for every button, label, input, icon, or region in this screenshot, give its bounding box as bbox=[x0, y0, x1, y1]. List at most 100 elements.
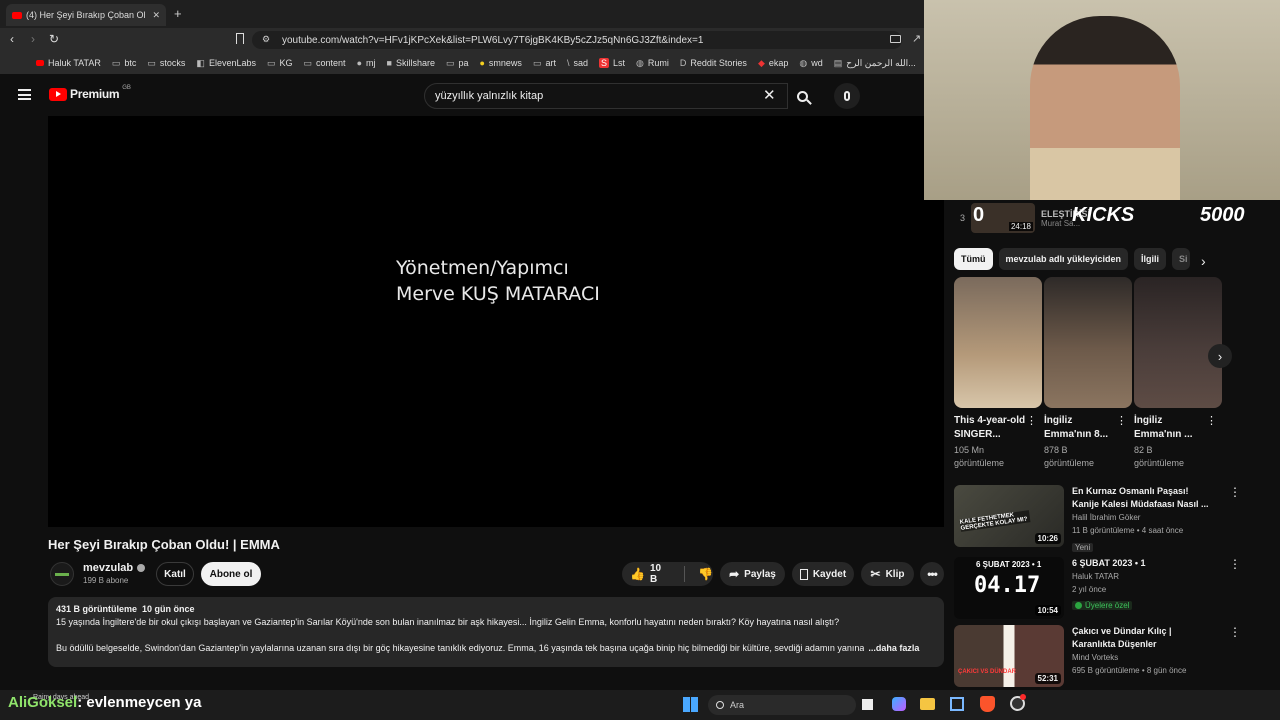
short-item[interactable]: İngiliz Emma'nın 8... ⋮ 878 B görüntüleme bbox=[1044, 277, 1132, 470]
taskbar-search[interactable]: Ara bbox=[708, 695, 856, 715]
close-tab-icon[interactable]: ✕ bbox=[152, 10, 160, 21]
short-title: This 4-year-old SINGER... bbox=[954, 415, 1026, 440]
kicks-overlay-label: KICKS bbox=[1072, 204, 1135, 226]
more-vertical-icon[interactable]: ⋮ bbox=[1229, 485, 1241, 547]
save-icon bbox=[799, 568, 808, 580]
d-logo-icon: D bbox=[679, 58, 687, 68]
more-actions-button[interactable]: ••• bbox=[920, 562, 944, 586]
thumb-clock: 04.17 bbox=[974, 573, 1041, 598]
short-views: 878 B görüntüleme bbox=[1044, 445, 1095, 468]
video-title: Her Şeyi Bırakıp Çoban Oldu! | EMMA bbox=[48, 537, 280, 552]
bookmark-label: content bbox=[316, 58, 346, 68]
more-vertical-icon[interactable]: ⋮ bbox=[1229, 625, 1241, 687]
credit-role: Yönetmen/Yapımcı bbox=[396, 257, 569, 279]
bookmark-mj[interactable]: ● mj bbox=[357, 58, 376, 68]
site-info-icon[interactable]: ⚙ bbox=[262, 34, 270, 45]
more-vertical-icon[interactable]: ⋮ bbox=[1116, 414, 1127, 442]
bookmark-stocks[interactable]: ▭ stocks bbox=[147, 58, 185, 69]
more-vertical-icon[interactable]: ⋮ bbox=[1229, 557, 1241, 619]
bookmark-page-icon[interactable] bbox=[236, 33, 244, 44]
browser-tab[interactable]: (4) Her Şeyi Bırakıp Çoban Ol ✕ bbox=[6, 4, 166, 26]
chip-related[interactable]: İlgili bbox=[1134, 248, 1167, 270]
bookmark-haluk[interactable]: Haluk TATAR bbox=[36, 58, 101, 68]
back-icon[interactable]: ‹ bbox=[10, 32, 14, 46]
windows-start-icon[interactable] bbox=[683, 697, 698, 712]
subscribe-button[interactable]: Abone ol bbox=[201, 562, 261, 586]
video-player[interactable] bbox=[48, 116, 944, 527]
microphone-icon bbox=[844, 91, 850, 101]
slash-icon: \ bbox=[566, 58, 570, 68]
bookmark-label: ElevenLabs bbox=[208, 58, 256, 68]
chips-next-icon[interactable]: › bbox=[1201, 253, 1206, 269]
show-more-link[interactable]: ...daha fazla bbox=[868, 642, 919, 655]
bookmark-wd[interactable]: ◍ wd bbox=[799, 58, 822, 69]
brave-browser-icon[interactable] bbox=[980, 696, 995, 712]
snipping-tool-icon[interactable] bbox=[950, 697, 964, 711]
search-input[interactable]: yüzyıllık yalnızlık kitap bbox=[424, 83, 788, 109]
chip-all[interactable]: Tümü bbox=[954, 248, 993, 270]
share-page-icon[interactable]: ↗ bbox=[912, 32, 921, 45]
search-button[interactable] bbox=[788, 83, 816, 109]
youtube-logo[interactable]: Premium GB bbox=[49, 85, 131, 101]
more-vertical-icon[interactable]: ⋮ bbox=[1026, 414, 1037, 442]
taskview-icon[interactable] bbox=[862, 699, 873, 710]
reload-icon[interactable]: ↻ bbox=[49, 32, 59, 46]
stream-chat-overlay: AliGoksel: evlenmeycen ya bbox=[8, 694, 201, 711]
bookmark-sad[interactable]: \ sad bbox=[567, 58, 588, 68]
menu-icon[interactable] bbox=[18, 89, 31, 100]
recommended-video[interactable]: 6 ŞUBAT 2023 • 1 04.17 10:54 6 ŞUBAT 202… bbox=[954, 557, 1274, 619]
bookmark-pa[interactable]: ▭ pa bbox=[446, 58, 469, 69]
bookmark-lst[interactable]: S Lst bbox=[599, 58, 625, 68]
bookmark-reddit[interactable]: D Reddit Stories bbox=[680, 58, 747, 68]
chip-partial[interactable]: Si bbox=[1172, 248, 1191, 270]
bookmark-skillshare[interactable]: ■ Skillshare bbox=[387, 58, 435, 68]
channel-name[interactable]: mevzulab bbox=[83, 562, 133, 574]
dislike-button[interactable]: 👍 bbox=[698, 567, 713, 581]
s-logo-icon: S bbox=[599, 58, 610, 68]
recommended-video[interactable]: ÇAKICI VS DÜNDAR 52:31 Çakıcı ve Dündar … bbox=[954, 625, 1274, 687]
bookmark-elevenlabs[interactable]: ◧ ElevenLabs bbox=[196, 58, 256, 69]
recommended-video[interactable]: KALE FETHETMEK GERÇEKTE KOLAY MI? 10:26 … bbox=[954, 485, 1274, 552]
clear-search-icon[interactable]: ✕ bbox=[763, 86, 776, 104]
bookmark-content[interactable]: ▭ content bbox=[304, 58, 346, 69]
url-bar[interactable]: youtube.com/watch?v=HFv1jKPcXek&list=PLW… bbox=[252, 31, 902, 49]
share-button[interactable]: ➦ Paylaş bbox=[720, 562, 785, 586]
copilot-icon[interactable] bbox=[892, 697, 906, 711]
cast-icon[interactable] bbox=[890, 35, 901, 43]
shorts-next-button[interactable]: › bbox=[1208, 344, 1232, 368]
forward-icon[interactable]: › bbox=[31, 32, 35, 46]
video-title: 6 ŞUBAT 2023 • 1 bbox=[1072, 558, 1146, 568]
save-button[interactable]: Kaydet bbox=[792, 562, 854, 586]
thumb-caption: 6 ŞUBAT 2023 • 1 bbox=[976, 560, 1042, 569]
file-explorer-icon[interactable] bbox=[920, 698, 935, 710]
kicks-overlay-count: 5000 bbox=[1200, 204, 1245, 226]
folder-icon: ▭ bbox=[147, 57, 156, 68]
bookmark-label: stocks bbox=[159, 58, 186, 68]
short-item[interactable]: İngiliz Emma'nın ... ⋮ 82 B görüntüleme bbox=[1134, 277, 1222, 470]
bookmark-btc[interactable]: ▭ btc bbox=[112, 58, 137, 69]
video-thumbnail: KALE FETHETMEK GERÇEKTE KOLAY MI? 10:26 bbox=[954, 485, 1064, 547]
bookmark-kg[interactable]: ▭ KG bbox=[267, 58, 293, 69]
folder-icon: ▭ bbox=[111, 57, 121, 68]
bookmark-arabic[interactable]: ▤ الله الرحمن الرح... bbox=[834, 58, 916, 69]
bookmark-rumi[interactable]: ◍ Rumi bbox=[636, 58, 669, 69]
more-vertical-icon[interactable]: ⋮ bbox=[1206, 414, 1217, 442]
bookmark-art[interactable]: ▭ art bbox=[533, 58, 556, 69]
kicks-overlay-zero: 0 bbox=[973, 204, 985, 226]
folder-icon: ▭ bbox=[266, 57, 276, 68]
scissors-icon: ✂ bbox=[870, 567, 881, 581]
description-box[interactable]: 431 B görüntüleme 10 gün önce 15 yaşında… bbox=[48, 597, 944, 667]
new-tab-icon[interactable]: + bbox=[174, 6, 182, 21]
video-meta: 11 B görüntüleme • 4 saat önce bbox=[1072, 526, 1184, 535]
notification-dot-icon bbox=[1020, 694, 1026, 700]
bookmark-label: Lst bbox=[613, 58, 626, 68]
join-button[interactable]: Katıl bbox=[156, 562, 194, 586]
bookmark-smnews[interactable]: ● smnews bbox=[479, 58, 521, 68]
short-item[interactable]: This 4-year-old SINGER... ⋮ 105 Mn görünt… bbox=[954, 277, 1042, 470]
bookmark-ekap[interactable]: ◆ ekap bbox=[758, 58, 788, 69]
voice-search-button[interactable] bbox=[834, 83, 860, 109]
channel-avatar[interactable] bbox=[50, 562, 74, 586]
chip-from-uploader[interactable]: mevzulab adlı yükleyiciden bbox=[998, 248, 1129, 270]
clip-button[interactable]: ✂ Klip bbox=[861, 562, 914, 586]
like-button[interactable]: 👍 10 B bbox=[630, 563, 671, 585]
